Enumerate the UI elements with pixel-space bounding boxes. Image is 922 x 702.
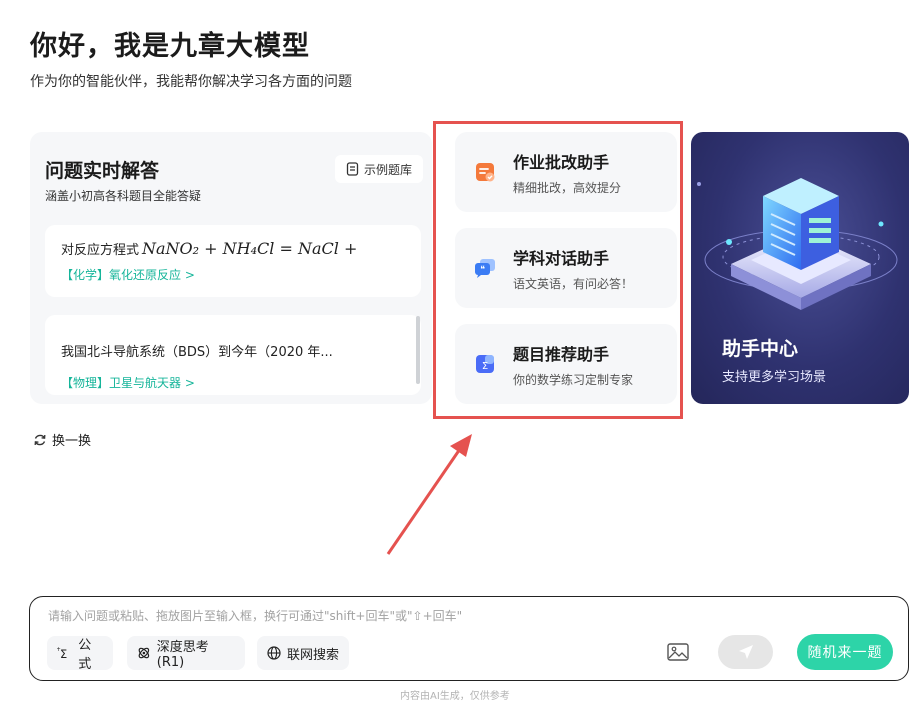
random-question-button[interactable]: 随机来一题 xyxy=(797,634,893,670)
send-button[interactable] xyxy=(718,635,773,669)
footer-disclaimer: 内容由AI生成，仅供参考 xyxy=(400,691,510,702)
question-text-line: 对反应方程式 NaNO₂ + NH₄Cl = NaCl + xyxy=(61,239,357,258)
qa-card: 问题实时解答 涵盖小初高各科题目全能答疑 示例题库 对反应方程式 NaNO₂ + … xyxy=(30,132,432,404)
highlight-annotation-box xyxy=(433,121,683,419)
chat-input[interactable] xyxy=(48,609,868,623)
svg-text:+: + xyxy=(57,647,61,653)
question-text: 对反应方程式 xyxy=(61,243,140,258)
question-item[interactable]: 我国北斗导航系统（BDS）到今年（2020 年... 【物理】卫星与航天器 > xyxy=(45,315,421,395)
web-search-button[interactable]: 联网搜索 xyxy=(257,636,349,670)
server-illustration-icon xyxy=(697,178,898,310)
question-formula: NaNO₂ + NH₄Cl = NaCl + xyxy=(142,239,358,258)
deep-think-button[interactable]: 深度思考(R1) xyxy=(127,636,245,670)
document-icon xyxy=(346,162,359,176)
refresh-label: 换一换 xyxy=(52,434,92,449)
globe-icon xyxy=(267,646,281,660)
qa-card-title: 问题实时解答 xyxy=(45,160,160,182)
assistant-center-title: 助手中心 xyxy=(722,338,799,360)
sigma-icon: Σ + xyxy=(57,647,67,660)
image-upload-icon[interactable] xyxy=(667,643,689,661)
web-search-label: 联网搜索 xyxy=(287,647,340,663)
question-tag[interactable]: 【化学】氧化还原反应 > xyxy=(61,266,195,283)
page-subtitle: 作为你的智能伙伴，我能帮你解决学习各方面的问题 xyxy=(30,74,352,90)
question-text: 我国北斗导航系统（BDS）到今年（2020 年... xyxy=(61,345,333,360)
formula-button[interactable]: Σ + 公式 xyxy=(47,636,113,672)
example-library-button[interactable]: 示例题库 xyxy=(335,155,423,183)
svg-text:Σ: Σ xyxy=(60,647,67,660)
assistant-center-card[interactable]: 助手中心 支持更多学习场景 xyxy=(691,132,909,404)
assistant-center-subtitle: 支持更多学习场景 xyxy=(722,370,827,385)
page-title: 你好，我是九章大模型 xyxy=(30,31,310,62)
formula-label: 公式 xyxy=(78,638,92,672)
scrollbar[interactable] xyxy=(416,316,420,384)
deep-think-label: 深度思考(R1) xyxy=(156,640,209,670)
annotation-arrow-icon xyxy=(386,434,472,555)
example-library-label: 示例题库 xyxy=(363,162,412,177)
deep-think-icon xyxy=(138,647,150,659)
question-tag[interactable]: 【物理】卫星与航天器 > xyxy=(61,374,195,391)
send-icon xyxy=(738,645,753,659)
question-item[interactable]: 对反应方程式 NaNO₂ + NH₄Cl = NaCl + 【化学】氧化还原反应 … xyxy=(45,225,421,297)
chat-input-box: Σ + 公式 深度思考(R1) 联网搜索 随机来一题 xyxy=(29,596,909,681)
qa-card-subtitle: 涵盖小初高各科题目全能答疑 xyxy=(45,189,202,203)
refresh-icon xyxy=(34,434,46,445)
refresh-button[interactable]: 换一换 xyxy=(33,430,91,449)
